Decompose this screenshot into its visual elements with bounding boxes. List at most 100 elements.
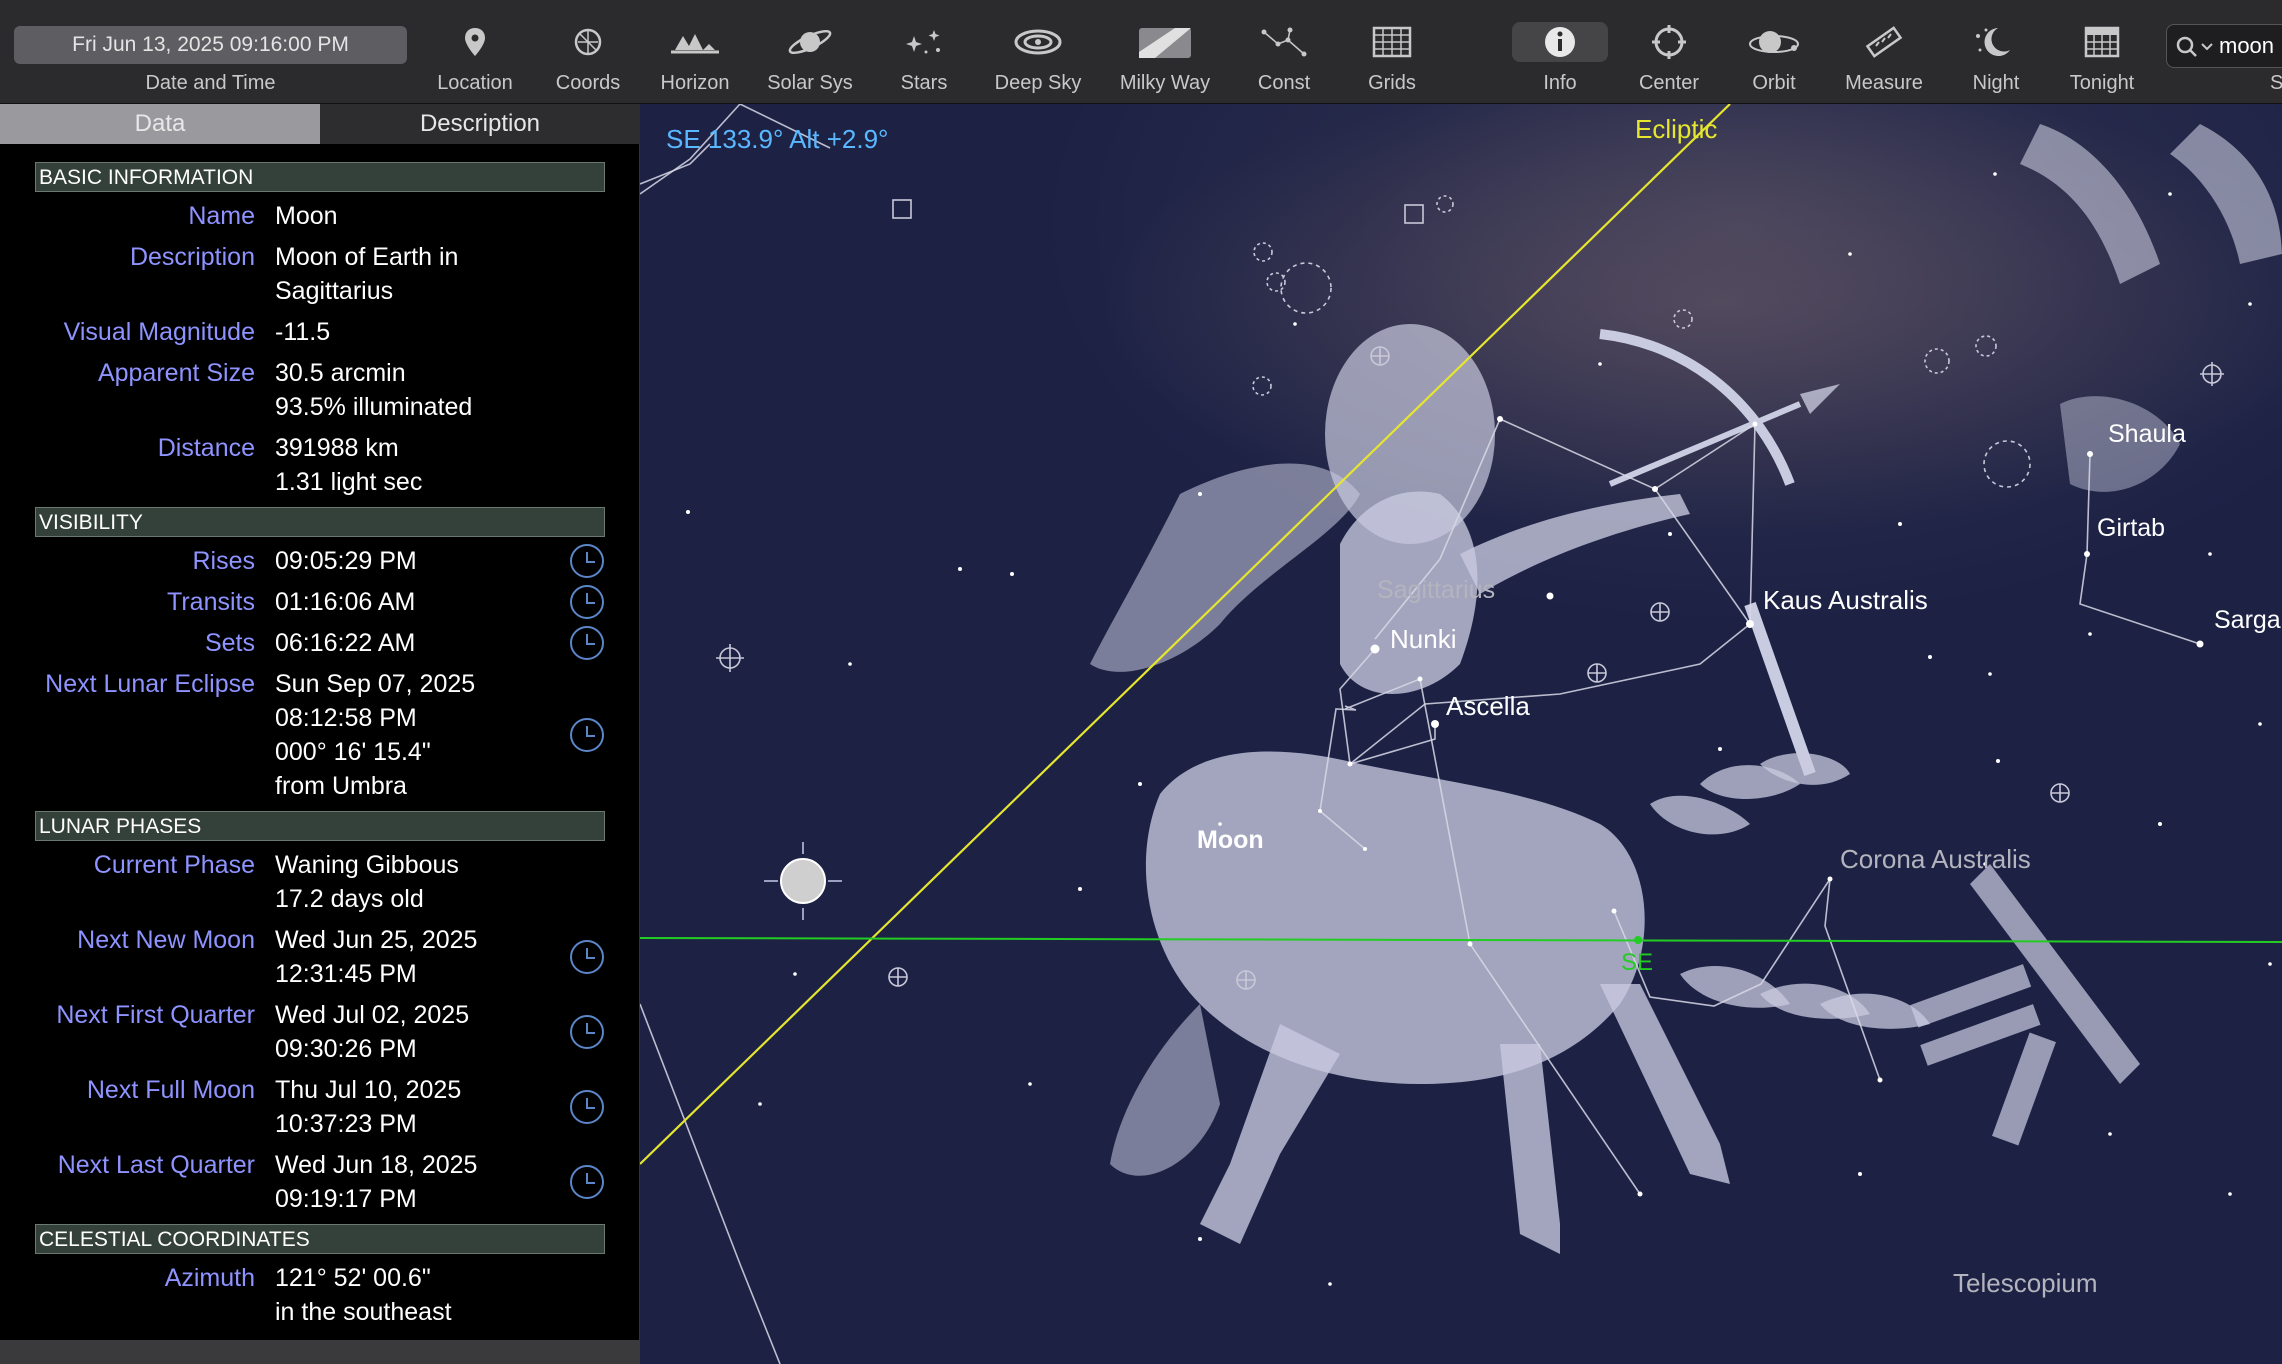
deep-sky-button[interactable]: Deep Sky (985, 22, 1091, 100)
grids-button[interactable]: Grids (1339, 22, 1445, 100)
time-jump-clock-icon[interactable] (570, 585, 604, 619)
view-direction-readout: SE 133.9° Alt +2.9° (666, 124, 889, 154)
solar-sys-label: Solar Sys (767, 72, 853, 94)
tonight-button[interactable]: Tonight (2049, 22, 2155, 100)
info-row-label: Next Lunar Eclipse (45, 670, 255, 698)
sky-canvas (640, 104, 2282, 1364)
orbit-label: Orbit (1752, 72, 1796, 94)
panel-scrollbar[interactable] (0, 1340, 640, 1364)
grid-icon (1372, 26, 1412, 58)
horizon-icon (671, 34, 719, 54)
grids-label: Grids (1368, 72, 1416, 94)
time-jump-clock-icon[interactable] (570, 544, 604, 578)
coords-button[interactable]: Coords (535, 22, 641, 100)
star-label-nunki[interactable]: Nunki (1390, 624, 1456, 655)
night-label: Night (1972, 72, 2020, 94)
search-icon (2176, 36, 2213, 57)
tonight-label: Tonight (2069, 72, 2135, 94)
milky-way-button[interactable]: Milky Way (1112, 22, 1218, 100)
info-row: Next First Quarter Wed Jul 02, 2025 09:30… (0, 998, 640, 1066)
constellation-label-sagittarius[interactable]: Sagittarius (1377, 576, 1495, 605)
info-row-label: Next First Quarter (56, 1001, 255, 1029)
night-button[interactable]: Night (1943, 22, 2049, 100)
moon-label[interactable]: Moon (1197, 826, 1264, 855)
info-row: Next Last Quarter Wed Jun 18, 2025 09:19:… (0, 1148, 640, 1216)
stars-button[interactable]: Stars (871, 22, 977, 100)
ruler-icon (1865, 26, 1903, 58)
time-jump-clock-icon[interactable] (570, 1015, 604, 1049)
info-row-value: 121° 52' 00.6" in the southeast (275, 1264, 452, 1326)
star-label-ascella[interactable]: Ascella (1446, 691, 1530, 722)
info-row-label: Current Phase (93, 851, 255, 879)
info-row-label: Apparent Size (97, 359, 255, 387)
sky-view[interactable]: SE 133.9° Alt +2.9° Ecliptic SE Moon Nun… (640, 104, 2282, 1364)
coords-label: Coords (555, 72, 621, 94)
tab-description[interactable]: Description (320, 104, 640, 144)
location-pin-icon (465, 28, 485, 56)
info-row: Rises 09:05:29 PM (0, 544, 640, 578)
const-label: Const (1257, 72, 1311, 94)
measure-label: Measure (1845, 72, 1923, 94)
moon-night-icon (1976, 28, 2010, 56)
orbit-icon (1749, 31, 1799, 53)
orbit-button[interactable]: Orbit (1721, 22, 1827, 100)
horizon-direction-label: SE (1621, 949, 1654, 976)
toolbar-overflow-label[interactable]: S (2270, 72, 2282, 95)
info-row-label: Next Full Moon (86, 1076, 255, 1104)
stars-icon (906, 30, 940, 54)
time-jump-clock-icon[interactable] (570, 1090, 604, 1124)
center-button[interactable]: Center (1616, 22, 1722, 100)
info-row: Description Moon of Earth in Sagittarius (0, 240, 640, 308)
coords-icon (574, 28, 602, 56)
info-row: Current Phase Waning Gibbous 17.2 days ol… (0, 848, 640, 916)
info-row: Transits 01:16:06 AM (0, 585, 640, 619)
info-row-label: Sets (204, 629, 255, 657)
tab-data[interactable]: Data (0, 104, 320, 144)
info-row: Next Lunar Eclipse Sun Sep 07, 2025 08:12… (0, 667, 640, 803)
ecliptic-label: Ecliptic (1635, 114, 1718, 144)
star-label-kaus-australis[interactable]: Kaus Australis (1763, 585, 1928, 616)
section-header-basic: BASIC INFORMATION (35, 162, 605, 192)
datetime-field[interactable]: Fri Jun 13, 2025 09:16:00 PM (14, 26, 407, 64)
info-row-value: -11.5 (275, 318, 331, 346)
star-label-girtab[interactable]: Girtab (2097, 514, 2165, 543)
info-panel: Data Description BASIC INFORMATION Name Mo… (0, 104, 640, 1364)
measure-button[interactable]: Measure (1831, 22, 1937, 100)
time-jump-clock-icon[interactable] (570, 940, 604, 974)
location-button[interactable]: Location (422, 22, 528, 100)
info-button[interactable]: Info (1507, 22, 1613, 100)
info-row-value: Waning Gibbous 17.2 days old (275, 851, 459, 913)
info-row: Name Moon (0, 199, 640, 233)
constellation-icon (1261, 27, 1307, 57)
section-header-visibility: VISIBILITY (35, 507, 605, 537)
time-jump-clock-icon[interactable] (570, 718, 604, 752)
panel-tabs: Data Description (0, 104, 640, 144)
info-icon (1545, 27, 1575, 57)
info-row: Visual Magnitude -11.5 (0, 315, 640, 349)
info-row-label: Azimuth (164, 1264, 255, 1292)
moon-marker[interactable] (764, 842, 842, 920)
info-row: Apparent Size 30.5 arcmin 93.5% illuminat… (0, 356, 640, 424)
center-label: Center (1638, 72, 1700, 94)
deep-sky-label: Deep Sky (994, 72, 1082, 94)
constellation-label-corona-australis[interactable]: Corona Australis (1840, 844, 2031, 875)
location-label: Location (437, 72, 513, 94)
time-jump-clock-icon[interactable] (570, 626, 604, 660)
info-row-label: Name (188, 202, 255, 230)
toolbar: Fri Jun 13, 2025 09:16:00 PM Date and Ti… (0, 0, 2282, 104)
stars-label: Stars (900, 72, 948, 94)
const-button[interactable]: Const (1231, 22, 1337, 100)
search-field[interactable]: moon (2166, 24, 2282, 68)
info-row-label: Transits (167, 588, 255, 616)
info-content[interactable]: BASIC INFORMATION Name Moon Description Moon… (0, 162, 640, 1340)
time-jump-clock-icon[interactable] (570, 1165, 604, 1199)
galaxy-icon (1014, 29, 1062, 55)
solar-sys-button[interactable]: Solar Sys (757, 22, 863, 100)
star-label-shaula[interactable]: Shaula (2108, 420, 2186, 449)
milky-way-label: Milky Way (1119, 72, 1211, 94)
horizon-marker (1634, 936, 1642, 944)
star-label-sargas[interactable]: Sarga (2214, 606, 2281, 635)
horizon-button[interactable]: Horizon (642, 22, 748, 100)
constellation-label-telescopium[interactable]: Telescopium (1953, 1268, 2098, 1299)
info-label: Info (1543, 72, 1577, 94)
